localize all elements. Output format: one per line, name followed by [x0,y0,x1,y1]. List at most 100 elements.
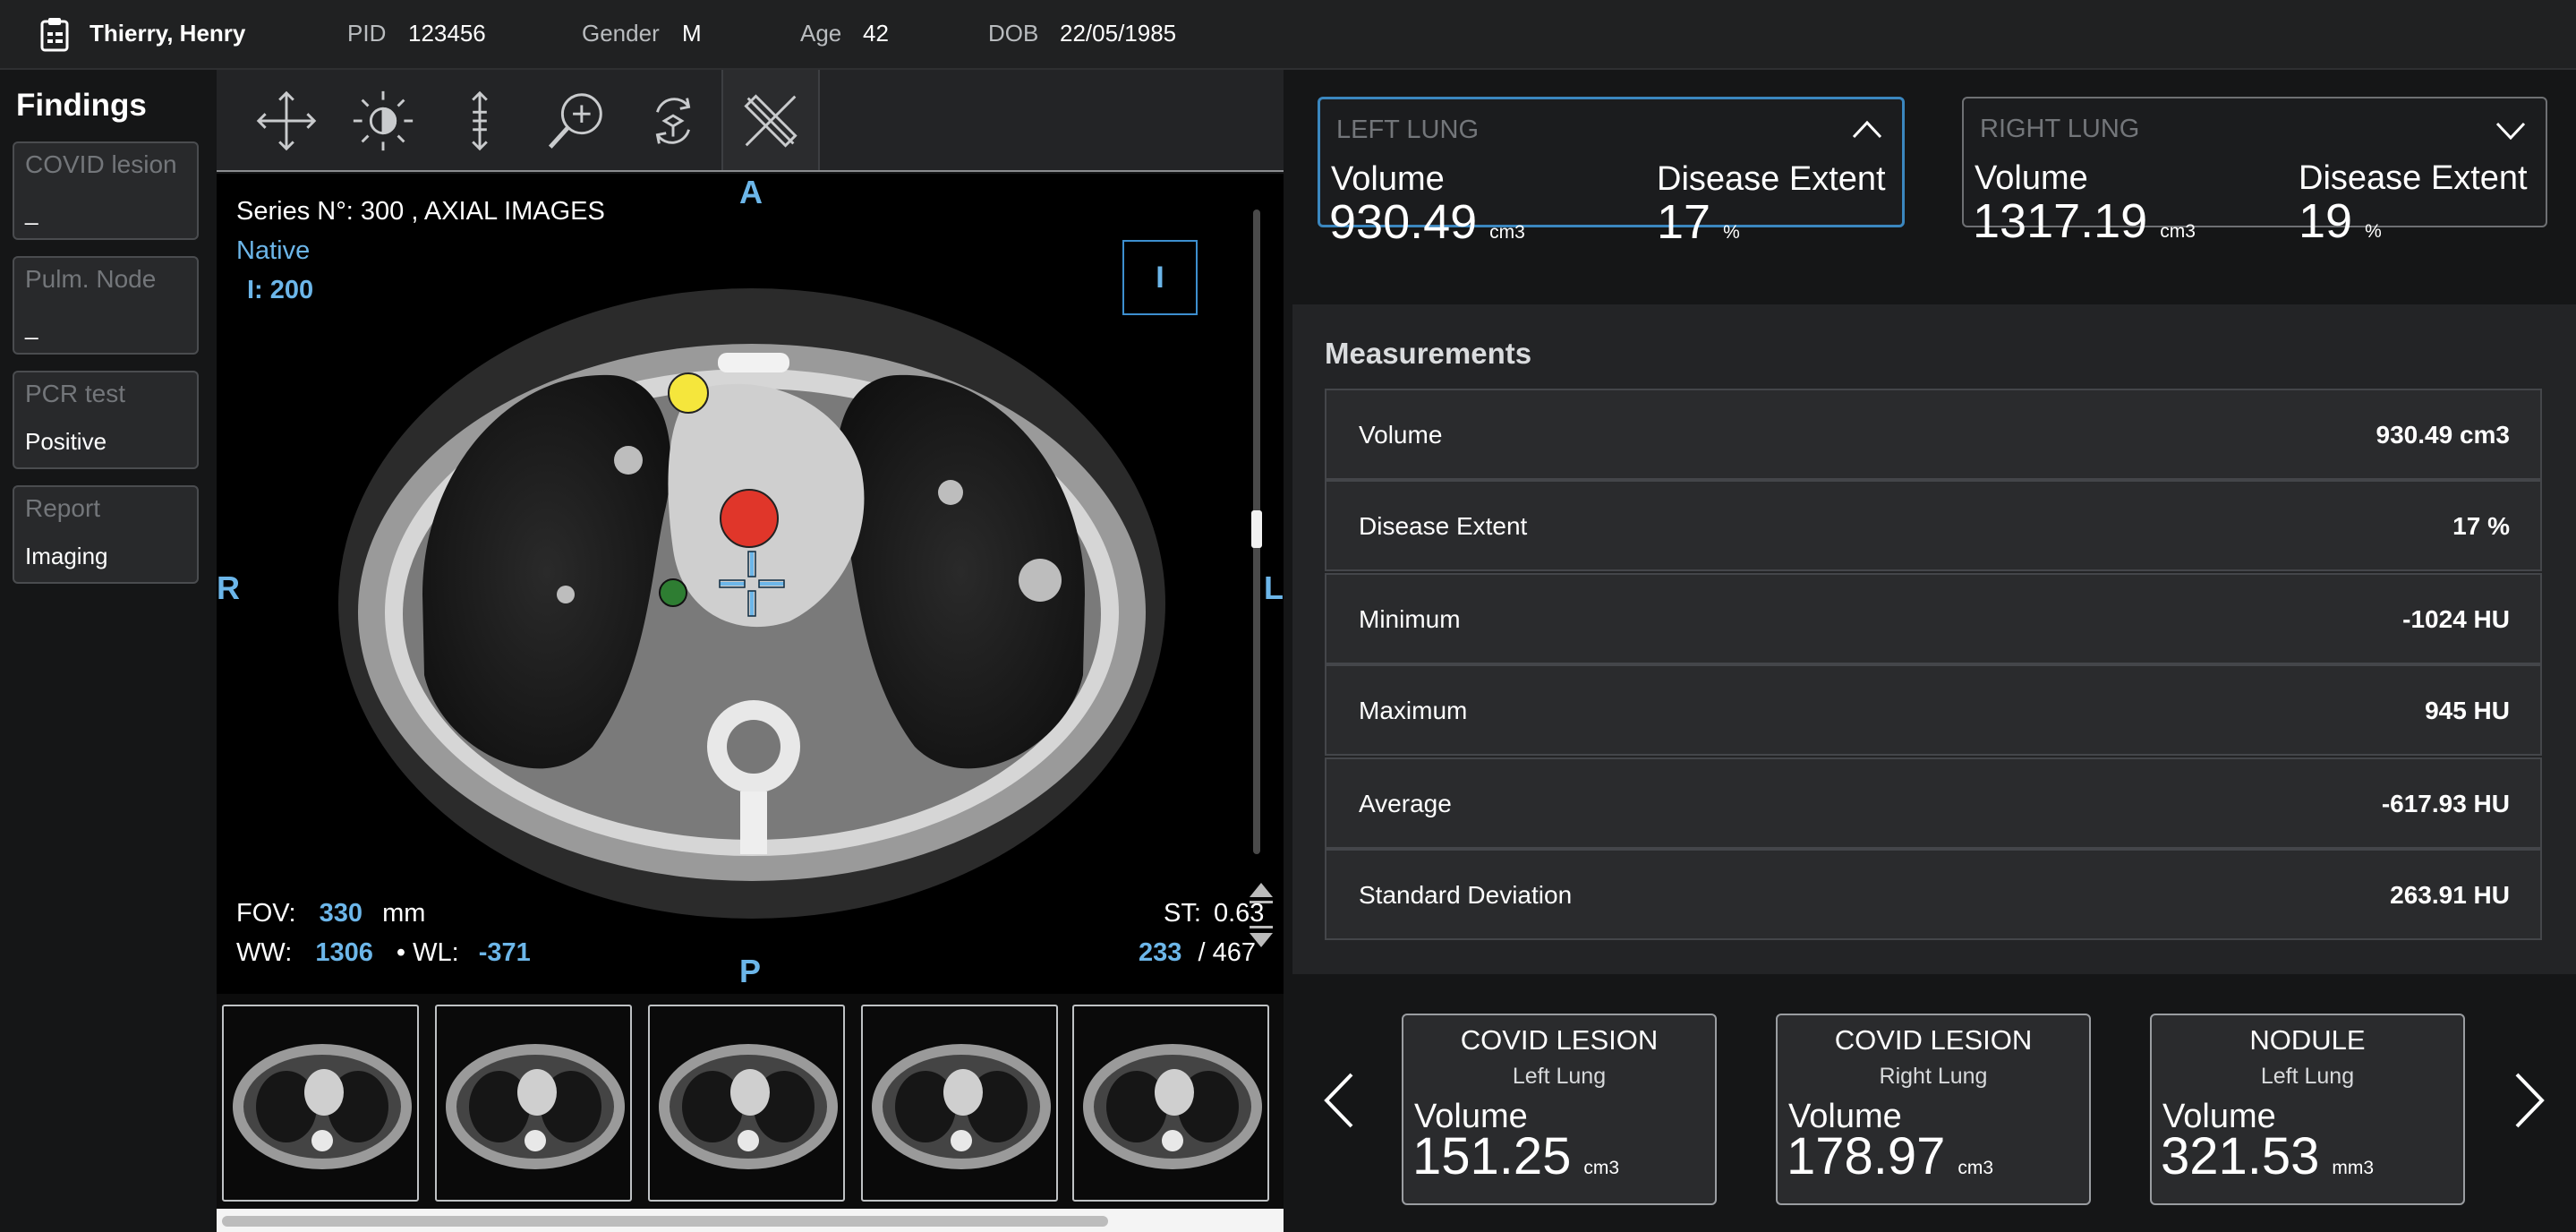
zoom-icon [548,93,602,149]
lesion-title: NODULE [2249,1024,2366,1056]
finding-pcr-test[interactable]: PCR test Positive [13,371,199,469]
chevron-down-icon[interactable] [2495,120,2526,140]
thumbnail-scroll-handle[interactable] [222,1216,1108,1227]
fov-unit: mm [382,899,426,928]
thumbnail-image [233,1044,412,1169]
orientation-posterior: P [739,953,762,989]
finding-covid-lesion[interactable]: COVID lesion _ [13,141,199,240]
measurement-value: 17 % [2452,512,2510,540]
measure-ruler-icon [744,94,798,148]
left-lung-volume: 930.49 cm3 [1329,194,1525,250]
viewer-toolbar [217,70,1284,172]
measurement-value: -617.93 HU [2381,790,2510,817]
right-lung-extent: 19% [2299,193,2382,249]
measurements-panel: Measurements Volume 930.49 cm3 Disease E… [1292,304,2576,974]
lesion-volume: 321.53 mm3 [2161,1126,2374,1186]
orientation-right: R [217,569,240,606]
brightness-tool-button[interactable] [335,70,431,172]
slice-scroll-handle[interactable] [1251,510,1262,548]
orientation-anterior: A [739,174,763,210]
measurement-label: Minimum [1359,605,1461,633]
left-lung-extent: 17% [1657,194,1740,250]
carousel-next-icon[interactable] [2512,1071,2547,1130]
ct-image-viewport[interactable]: Series N°: 300 , AXIAL IMAGES Native I: … [217,174,1284,994]
dob-label: DOB [988,20,1039,47]
gender-label: Gender [582,20,660,47]
slice-step-arrows-icon[interactable] [1248,879,1275,951]
zoom-tool-button[interactable] [528,70,625,172]
measurement-row: Volume 930.49 cm3 [1325,389,2542,480]
measurement-label: Disease Extent [1359,512,1528,540]
measurement-value: -1024 HU [2402,605,2510,633]
measurement-value: 263.91 HU [2390,881,2510,909]
lesion-marker-red[interactable] [720,489,779,548]
left-lung-card[interactable]: LEFT LUNG Volume 930.49 cm3 Disease Exten… [1318,97,1905,249]
finding-value: _ [25,313,38,340]
lesion-card[interactable]: NODULE Left Lung Volume 321.53 mm3 [2150,1014,2465,1205]
lesion-volume-value: 178.97 [1787,1127,1946,1185]
series-thumbnail[interactable] [435,1005,632,1202]
measurement-value: 930.49 cm3 [2376,421,2510,449]
finding-pulm-node[interactable]: Pulm. Node _ [13,256,199,355]
move-icon [256,90,317,151]
finding-label: PCR test [25,380,126,407]
extent-label: Disease Extent [1657,160,1886,198]
thumbnail-image [446,1044,625,1169]
pid-label: PID [347,20,387,47]
measurement-label: Average [1359,790,1452,817]
measure-tool-button[interactable] [723,70,818,172]
measurement-row: Minimum -1024 HU [1325,573,2542,664]
crosshair-icon[interactable] [718,550,786,618]
finding-report[interactable]: Report Imaging [13,485,199,584]
series-thumbnail[interactable] [222,1005,419,1202]
patient-name: Thierry, Henry [90,20,246,47]
thumbnail-strip [217,994,1284,1209]
findings-title: Findings [16,88,147,123]
lesion-card[interactable]: COVID LESION Right Lung Volume 178.97 cm3 [1776,1014,2091,1205]
finding-label: Pulm. Node [25,265,157,293]
pan-tool-button[interactable] [238,70,335,172]
series-info: Series N°: 300 , AXIAL IMAGES [236,197,605,226]
orientation-cube-button[interactable]: I [1122,240,1198,315]
series-thumbnail[interactable] [1072,1005,1269,1202]
lesion-title: COVID LESION [1834,1024,2033,1056]
st-label: ST: [1164,899,1201,928]
window-readout: WW: 1306 • WL: -371 [236,938,531,968]
rotate-tool-button[interactable] [625,70,721,172]
toolbar-divider [818,70,820,172]
gender-value: M [682,20,702,47]
thumbnail-image [1083,1044,1262,1169]
volume-label: Volume [1331,160,1445,198]
measurement-row: Standard Deviation 263.91 HU [1325,849,2542,940]
carousel-prev-icon[interactable] [1321,1071,1357,1130]
fov-value: 330 [319,899,363,928]
lesion-volume-unit: cm3 [1958,1158,1994,1178]
series-thumbnail[interactable] [648,1005,845,1202]
series-thumbnail[interactable] [861,1005,1058,1202]
lesion-volume: 178.97 cm3 [1787,1126,1993,1186]
volume-unit: cm3 [1489,222,1525,243]
wl-value: -371 [478,938,531,967]
finding-value: Imaging [25,543,108,569]
lesion-card[interactable]: COVID LESION Left Lung Volume 151.25 cm3 [1402,1014,1717,1205]
extent-value: 17 [1657,195,1711,249]
scroll-tool-button[interactable] [431,70,528,172]
measurements-title: Measurements [1325,337,1532,370]
measurement-label: Standard Deviation [1359,881,1573,909]
chevron-up-icon[interactable] [1852,119,1882,139]
right-lung-card[interactable]: RIGHT LUNG Volume 1317.19 cm3 Disease Ext… [1962,97,2547,248]
thumbnail-image [872,1044,1051,1169]
measurement-value: 945 HU [2425,697,2510,724]
extent-unit: % [2365,221,2382,242]
finding-value: _ [25,199,38,226]
thumbnail-scrollbar[interactable] [217,1209,1284,1232]
scroll-slices-icon [472,90,488,151]
lesion-marker-green[interactable] [659,578,687,607]
measurement-row: Disease Extent 17 % [1325,480,2542,571]
lesion-volume-unit: mm3 [2332,1158,2375,1178]
nodule-marker-yellow[interactable] [668,372,709,414]
lesion-volume-value: 151.25 [1412,1127,1572,1185]
toolbar-bottom-border [217,170,1284,172]
measurement-label: Volume [1359,421,1443,449]
patient-header: Thierry, Henry PID 123456 Gender M Age 4… [0,0,2576,70]
